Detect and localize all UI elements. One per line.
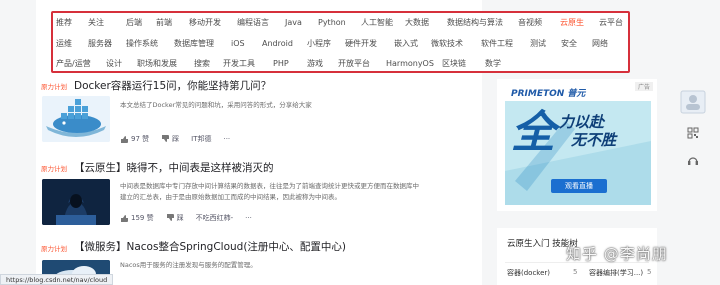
thumbs-down-icon	[162, 135, 170, 142]
category-row: 推荐 关注 后端 前端 移动开发 编程语言 Java Python 人工智能 大数据 数据结构与算法…	[53, 16, 628, 30]
article-description-line: 建立的汇总表，由于是由原始数据加工而成的中间结果，因此被称为中间表。	[120, 193, 341, 201]
article-source-badge: 原力计划	[41, 165, 67, 173]
status-bar-url: https://blog.csdn.net/nav/cloud	[0, 274, 114, 285]
like-button[interactable]: 159 赞	[120, 213, 154, 223]
right-rail	[666, 0, 720, 285]
dislike-button[interactable]: 踩	[161, 134, 179, 144]
category-item[interactable]: iOS	[231, 37, 245, 51]
like-count: 159 赞	[131, 214, 154, 222]
category-item[interactable]: 关注	[88, 16, 104, 30]
category-item[interactable]: 微软技术	[431, 37, 463, 51]
ad-headline: 无不胜	[571, 131, 617, 149]
category-item[interactable]: 推荐	[56, 16, 72, 30]
article-title[interactable]: 【微服务】Nacos整合SpringCloud(注册中心、配置中心)	[74, 239, 346, 254]
category-item[interactable]: 软件工程	[481, 37, 513, 51]
dislike-button[interactable]: 踩	[166, 213, 184, 223]
thumbs-up-icon	[121, 136, 128, 143]
category-item[interactable]: 游戏	[307, 57, 323, 71]
category-item[interactable]: 安全	[561, 37, 577, 51]
article-title[interactable]: 【云原生】晓得不，中间表是这样被消灭的	[74, 160, 274, 175]
article-thumbnail[interactable]	[42, 96, 110, 142]
category-item[interactable]: 云平台	[599, 16, 623, 30]
category-item[interactable]: HarmonyOS	[386, 57, 434, 71]
article-card[interactable]: 原力计划 【云原生】晓得不，中间表是这样被消灭的 中间表是数据库中专门存放中间计…	[36, 155, 482, 227]
category-item[interactable]: 人工智能	[361, 16, 393, 30]
rail-customer-service-button[interactable]	[680, 155, 706, 167]
category-item[interactable]: 设计	[106, 57, 122, 71]
category-row: 运维 服务器 操作系统 数据库管理 iOS Android 小程序 硬件开发 嵌入式 微软技术 软件…	[53, 37, 628, 51]
skill-tag[interactable]: 容器编排(学习...)	[589, 268, 643, 278]
category-item[interactable]: 大数据	[405, 16, 429, 30]
like-count: 97 赞	[131, 135, 150, 143]
category-item[interactable]: 网络	[592, 37, 608, 51]
article-description-line: 中间表是数据库中专门存放中间计算结果的数据表，往往是为了前端查询统计更快或更方便…	[120, 182, 419, 190]
category-menu: 推荐 关注 后端 前端 移动开发 编程语言 Java Python 人工智能 大数据 数据结构与算法…	[51, 11, 630, 73]
category-item[interactable]: PHP	[273, 57, 289, 71]
dislike-label: 踩	[172, 135, 180, 143]
category-item[interactable]: 开发工具	[223, 57, 255, 71]
article-meta: 97 赞 踩 IT邦德 ···	[120, 134, 230, 144]
category-item[interactable]: 前端	[156, 16, 172, 30]
article-meta: 159 赞 踩 不吃西红柿- ···	[120, 213, 252, 223]
ad-brand: PRIMETON 普元	[511, 89, 586, 99]
thumbs-down-icon	[166, 214, 174, 221]
article-description: Nacos用于服务的注册发现与服务的配置管理。	[120, 261, 257, 269]
hacker-image	[42, 179, 110, 225]
category-item[interactable]: 职场和发展	[137, 57, 177, 71]
ad-cta-button[interactable]: 观看直播	[551, 179, 607, 193]
category-item[interactable]: 数据结构与算法	[447, 16, 503, 30]
category-item[interactable]: 后端	[126, 16, 142, 30]
article-source-badge: 原力计划	[41, 83, 67, 91]
skill-tag[interactable]: 容器(docker)	[507, 268, 550, 278]
article-title[interactable]: Docker容器运行15问，你能坚持第几问？	[74, 78, 271, 93]
docker-whale-image	[42, 96, 110, 142]
category-item[interactable]: 测试	[530, 37, 546, 51]
category-item[interactable]: 云原生	[560, 16, 584, 30]
qrcode-icon	[687, 127, 699, 139]
article-card[interactable]: 原力计划 Docker容器运行15问，你能坚持第几问？ 本文总结了Docker常…	[36, 78, 482, 148]
article-source-badge: 原力计划	[41, 245, 67, 253]
category-item[interactable]: 服务器	[88, 37, 112, 51]
category-item[interactable]: 移动开发	[189, 16, 221, 30]
category-item[interactable]: 搜索	[194, 57, 210, 71]
article-author[interactable]: IT邦德	[191, 134, 211, 144]
category-item[interactable]: Python	[318, 16, 346, 30]
category-item[interactable]: 区块链	[442, 57, 466, 71]
category-item[interactable]: 音视频	[518, 16, 542, 30]
category-item[interactable]: 运维	[56, 37, 72, 51]
ad-banner[interactable]: 全 力以赴 无不胜 观看直播	[505, 101, 651, 205]
category-item[interactable]: Android	[262, 37, 293, 51]
dislike-label: 踩	[176, 214, 184, 222]
more-options-icon[interactable]: ···	[245, 214, 252, 222]
category-item[interactable]: 数据库管理	[174, 37, 214, 51]
category-item[interactable]: 编程语言	[237, 16, 269, 30]
ad-header: PRIMETON 普元 广告	[497, 79, 657, 101]
rail-avatar-button[interactable]	[680, 90, 706, 116]
ad-badge: 广告	[634, 82, 653, 91]
article-description: 中间表是数据库中专门存放中间计算结果的数据表，往往是为了前端查询统计更快或更方便…	[120, 181, 475, 203]
article-description: 本文总结了Docker常见的问题和坑，采用问答的形式，分享给大家	[120, 101, 312, 109]
user-avatar-icon	[680, 90, 706, 114]
like-button[interactable]: 97 赞	[120, 134, 149, 144]
article-thumbnail[interactable]	[42, 179, 110, 225]
zhihu-watermark: 知乎 @李尚朋	[566, 245, 668, 263]
category-item[interactable]: Java	[285, 16, 302, 30]
skill-tag-count: 5	[573, 268, 578, 276]
category-item[interactable]: 操作系统	[126, 37, 158, 51]
headset-icon	[688, 157, 698, 165]
category-item[interactable]: 小程序	[307, 37, 331, 51]
more-options-icon[interactable]: ···	[223, 135, 230, 143]
category-item[interactable]: 硬件开发	[345, 37, 377, 51]
rail-qrcode-button[interactable]	[680, 127, 706, 139]
category-item[interactable]: 嵌入式	[394, 37, 418, 51]
ad-big-char: 全	[511, 107, 555, 158]
article-author[interactable]: 不吃西红柿-	[196, 213, 234, 223]
category-item[interactable]: 开放平台	[338, 57, 370, 71]
category-item[interactable]: 数学	[485, 57, 501, 71]
sidebar-ad[interactable]: PRIMETON 普元 广告 全 力以赴 无不胜 观看直播	[497, 79, 657, 211]
skill-tag-count: 5	[647, 268, 652, 276]
category-row: 产品/运营 设计 职场和发展 搜索 开发工具 PHP 游戏 开放平台 HarmonyOS 区块链 数…	[53, 57, 628, 71]
thumbs-up-icon	[121, 215, 128, 222]
category-item[interactable]: 产品/运营	[56, 57, 91, 71]
